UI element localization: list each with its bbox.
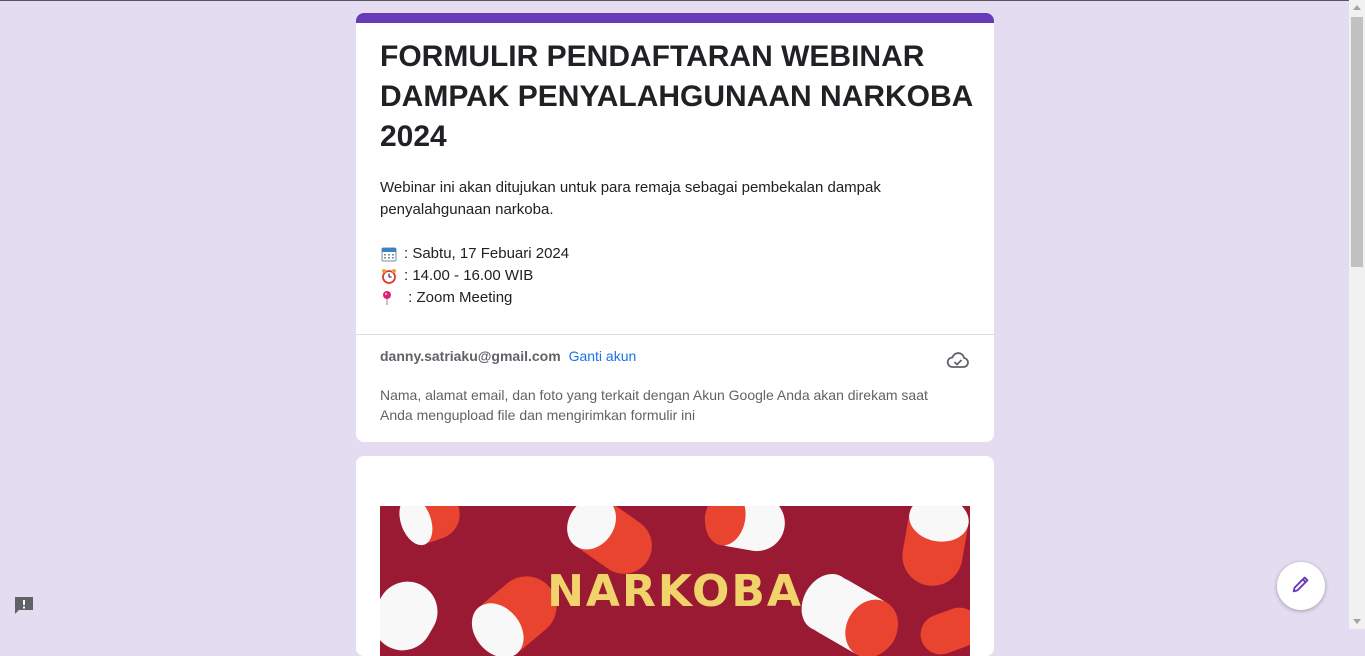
event-date-text: : Sabtu, 17 Febuari 2024 — [404, 245, 570, 262]
privacy-notice: Nama, alamat email, dan foto yang terkai… — [380, 387, 928, 423]
event-location-text: : Zoom Meeting — [404, 289, 513, 306]
image-section-card: NARKOBA — [356, 456, 994, 656]
account-row: danny.satriaku@gmail.com Ganti akun — [380, 346, 636, 366]
scroll-down-arrow[interactable] — [1353, 619, 1361, 624]
event-location-line: : Zoom Meeting — [380, 287, 512, 309]
account-email: danny.satriaku@gmail.com — [380, 348, 561, 364]
event-date-line: : Sabtu, 17 Febuari 2024 — [380, 243, 569, 265]
narkoba-banner-image: NARKOBA — [380, 506, 970, 656]
feedback-icon[interactable] — [13, 595, 35, 615]
alarm-clock-icon — [380, 267, 398, 285]
form-title: FORMULIR PENDAFTARAN WEBINAR DAMPAK PENY… — [380, 40, 973, 153]
event-time-text: : 14.00 - 16.00 WIB — [404, 267, 534, 284]
location-pin-icon — [380, 289, 398, 307]
calendar-icon — [380, 245, 398, 263]
switch-account-link[interactable]: Ganti akun — [569, 348, 637, 364]
form-description: Webinar ini akan ditujukan untuk para re… — [380, 179, 881, 218]
edit-button[interactable] — [1277, 562, 1325, 610]
header-divider — [356, 334, 994, 335]
banner-title: NARKOBA — [547, 566, 803, 617]
scrollbar-thumb[interactable] — [1351, 17, 1363, 267]
vertical-scrollbar[interactable] — [1349, 0, 1365, 629]
form-header-card: FORMULIR PENDAFTARAN WEBINAR DAMPAK PENY… — [356, 13, 994, 442]
form-page: FORMULIR PENDAFTARAN WEBINAR DAMPAK PENY… — [0, 0, 1349, 656]
edit-pencil-icon — [1290, 573, 1312, 600]
event-time-line: : 14.00 - 16.00 WIB — [380, 265, 533, 287]
scroll-up-arrow[interactable] — [1353, 5, 1361, 10]
cloud-saved-icon[interactable] — [946, 348, 970, 372]
